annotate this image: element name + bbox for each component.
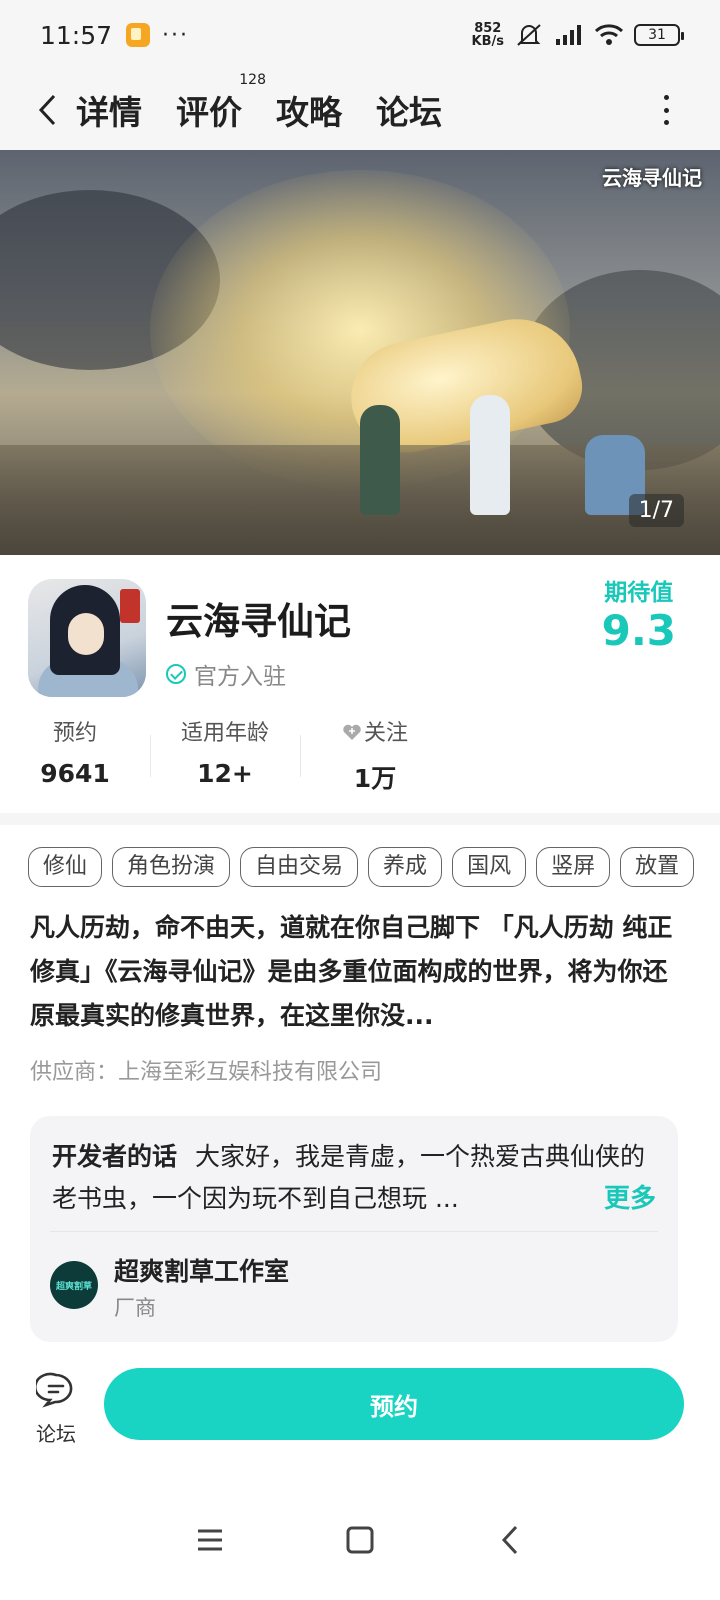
game-stats: 预约 9641 适用年龄 12+ 关注 1万 [0, 715, 460, 795]
stat-reservations-value: 9641 [40, 759, 110, 788]
net-speed: 852 KB/s [472, 22, 504, 48]
tab-reviews-label: 评价 [176, 93, 242, 132]
forum-chat-icon [34, 1372, 73, 1408]
card-divider [50, 1231, 658, 1232]
developer-words-title: 开发者的话 [52, 1142, 178, 1171]
system-back-button[interactable] [490, 1520, 530, 1560]
tab-details[interactable]: 详情 [74, 86, 144, 136]
game-icon[interactable] [28, 579, 146, 697]
home-square-icon [346, 1526, 374, 1554]
back-chevron-icon [501, 1525, 518, 1555]
back-arrow-icon [38, 94, 56, 126]
studio-role: 厂商 [114, 1296, 156, 1320]
stat-age-label: 适用年龄 [180, 721, 269, 746]
studio-name[interactable]: 超爽割草工作室 [114, 1252, 289, 1288]
banner-logo: 云海寻仙记 [602, 166, 702, 190]
reviews-count-badge: 128 [239, 72, 266, 88]
recent-apps-button[interactable] [190, 1520, 230, 1560]
tag-chip[interactable]: 国风 [452, 847, 527, 887]
banner-page-counter: 1/7 [628, 494, 684, 527]
home-button[interactable] [340, 1520, 380, 1560]
heart-icon [342, 722, 362, 740]
forum-button-label: 论坛 [36, 1422, 76, 1446]
battery-icon: 31 [634, 24, 684, 46]
tab-details-label: 详情 [76, 93, 142, 132]
tab-guides-label: 攻略 [276, 93, 342, 132]
expectation-label: 期待值 [604, 580, 674, 606]
verified-check-icon [166, 664, 186, 684]
more-link[interactable]: 更多 [604, 1178, 656, 1215]
menu-icon [198, 1529, 222, 1551]
screenshot-banner[interactable]: 云海寻仙记 1/7 [0, 150, 720, 555]
game-title: 云海寻仙记 [166, 600, 351, 643]
signal-icon [554, 23, 584, 47]
game-description[interactable]: 凡人历劫，命不由天，道就在你自己脚下 「凡人历劫 纯正修真」《云海寻仙记》是由多… [30, 906, 690, 1038]
supplier-info: 供应商：上海至彩互娱科技有限公司 [30, 1060, 383, 1085]
tag-chip[interactable]: 养成 [368, 847, 443, 887]
stat-reservations: 预约 9641 [0, 715, 150, 795]
stat-follow-label: 关注 [363, 721, 408, 746]
status-bar: 11:57 ··· 852 KB/s 31 [0, 0, 720, 70]
tag-chip[interactable]: 竖屏 [536, 847, 611, 887]
stat-age-rating: 适用年龄 12+ [150, 715, 300, 795]
back-button[interactable] [30, 90, 64, 130]
studio-avatar[interactable]: 超爽割草 [50, 1261, 98, 1309]
top-nav: 详情 评价 128 攻略 论坛 [0, 70, 720, 150]
tag-list: 修仙 角色扮演 自由交易 养成 国风 竖屏 放置 [28, 847, 720, 889]
tag-chip[interactable]: 放置 [620, 847, 695, 887]
mute-icon [514, 23, 544, 47]
net-speed-unit: KB/s [471, 34, 504, 49]
tab-forum-label: 论坛 [376, 93, 442, 132]
tag-chip[interactable]: 角色扮演 [112, 847, 231, 887]
stat-age-value: 12+ [197, 759, 253, 788]
verified-badge: 官方入驻 [166, 657, 286, 691]
more-menu-button[interactable] [662, 95, 670, 125]
section-divider [0, 813, 720, 825]
tab-reviews[interactable]: 评价 128 [176, 72, 266, 134]
wifi-icon [594, 23, 624, 47]
stat-follow-value: 1万 [353, 764, 397, 793]
expectation-score: 期待值 9.3 [602, 573, 676, 655]
system-nav-bar [0, 1480, 720, 1600]
status-time: 11:57 [40, 20, 113, 50]
expectation-value: 9.3 [601, 606, 676, 655]
stat-follow[interactable]: 关注 1万 [300, 715, 450, 795]
stat-reservations-label: 预约 [52, 721, 97, 746]
developer-words: 开发者的话 大家好，我是青虚，一个热爱古典仙侠的老书虫，一个因为玩不到自己想玩 .… [52, 1136, 662, 1220]
reserve-button[interactable]: 预约 [104, 1368, 684, 1440]
status-more: ··· [162, 22, 190, 48]
tab-forum[interactable]: 论坛 [376, 86, 442, 134]
banner-figure [470, 395, 510, 515]
game-header: 云海寻仙记 官方入驻 期待值 9.3 预约 9641 适用年龄 12+ 关注 1… [0, 555, 720, 825]
tag-chip[interactable]: 自由交易 [240, 847, 359, 887]
tab-guides[interactable]: 攻略 [276, 86, 342, 134]
developer-card: 开发者的话 大家好，我是青虚，一个热爱古典仙侠的老书虫，一个因为玩不到自己想玩 .… [30, 1116, 678, 1342]
tag-chip[interactable]: 修仙 [28, 847, 103, 887]
forum-button[interactable]: 论坛 [30, 1372, 82, 1446]
studio-logo-text: 超爽割草 [55, 1281, 92, 1292]
verified-label: 官方入驻 [194, 664, 286, 690]
banner-figure [360, 405, 400, 515]
notification-app-icon [126, 23, 151, 47]
